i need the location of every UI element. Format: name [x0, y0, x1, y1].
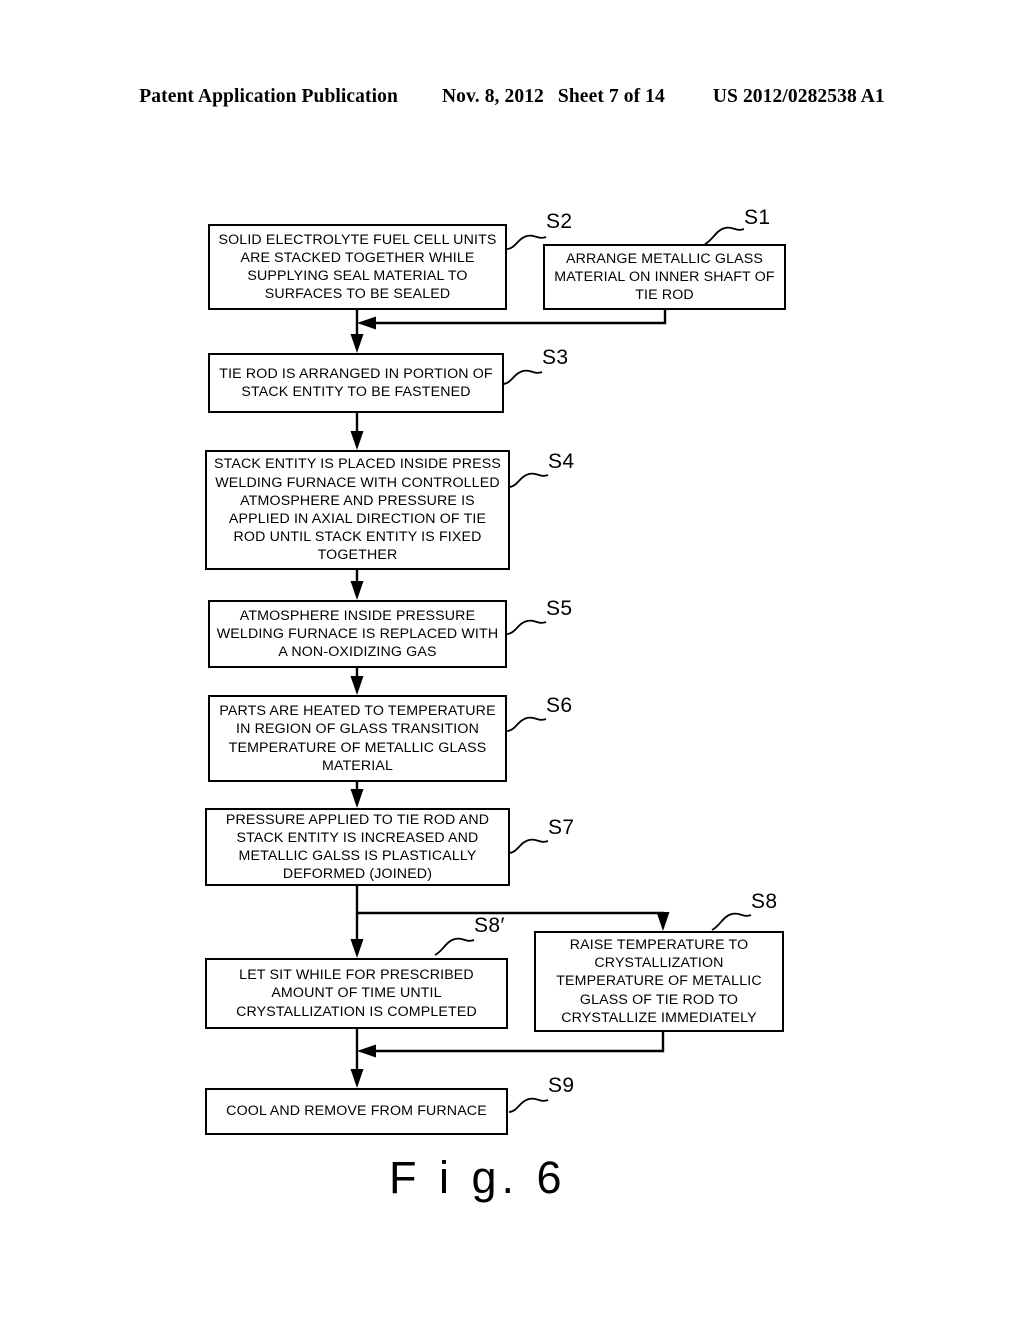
header-publication-title: Patent Application Publication: [139, 86, 398, 107]
flow-step-label-s6: S6: [546, 694, 573, 717]
flow-step-s6-text: PARTS ARE HEATED TO TEMPERATURE IN REGIO…: [219, 703, 496, 774]
flow-step-label-s8prime: S8′: [474, 914, 505, 937]
flow-step-s2-box[interactable]: SOLID ELECTROLYTE FUEL CELL UNITS ARE ST…: [208, 224, 507, 310]
flow-step-s1-text: ARRANGE METALLIC GLASS MATERIAL ON INNER…: [554, 250, 775, 304]
header-publication-number: US 2012/0282538 A1: [712, 86, 885, 107]
flow-step-s4-box[interactable]: STACK ENTITY IS PLACED INSIDE PRESS WELD…: [205, 450, 510, 570]
flow-step-s6-box[interactable]: PARTS ARE HEATED TO TEMPERATURE IN REGIO…: [208, 695, 507, 782]
patent-figure-page: Patent Application Publication Nov. 8, 2…: [0, 0, 1024, 1320]
flow-step-s2-text: SOLID ELECTROLYTE FUEL CELL UNITS ARE ST…: [218, 231, 497, 303]
flow-step-s9-text: COOL AND REMOVE FROM FURNACE: [226, 1103, 487, 1120]
flow-step-s5-box[interactable]: ATMOSPHERE INSIDE PRESSURE WELDING FURNA…: [208, 600, 507, 668]
header-date: Nov. 8, 2012: [441, 86, 544, 107]
flow-step-s8-box[interactable]: RAISE TEMPERATURE TO CRYSTALLIZATION TEM…: [534, 931, 784, 1032]
flow-step-label-s7: S7: [548, 816, 575, 839]
flow-step-s4-text: STACK ENTITY IS PLACED INSIDE PRESS WELD…: [214, 456, 501, 564]
page-header: Patent Application Publication Nov. 8, 2…: [0, 86, 1024, 112]
flow-step-label-s8: S8: [751, 890, 778, 913]
flow-step-s3-box[interactable]: TIE ROD IS ARRANGED IN PORTION OF STACK …: [208, 353, 504, 413]
flow-step-label-s2: S2: [546, 210, 573, 233]
flow-step-s8-text: RAISE TEMPERATURE TO CRYSTALLIZATION TEM…: [556, 937, 762, 1026]
flow-step-s7-box[interactable]: PRESSURE APPLIED TO TIE ROD AND STACK EN…: [205, 808, 510, 886]
flow-step-s5-text: ATMOSPHERE INSIDE PRESSURE WELDING FURNA…: [216, 607, 499, 661]
header-sheet-number: Sheet 7 of 14: [557, 86, 665, 107]
flowchart-connectors: [350, 226, 752, 1113]
flow-step-s1-box[interactable]: ARRANGE METALLIC GLASS MATERIAL ON INNER…: [543, 244, 786, 310]
flow-step-label-s4: S4: [548, 450, 575, 473]
flow-step-label-s1: S1: [744, 206, 771, 229]
flow-step-s7-text: PRESSURE APPLIED TO TIE ROD AND STACK EN…: [225, 811, 490, 883]
flow-step-s3-text: TIE ROD IS ARRANGED IN PORTION OF STACK …: [219, 365, 493, 400]
flow-step-label-s9: S9: [548, 1074, 575, 1097]
flow-step-s8prime-text: LET SIT WHILE FOR PRESCRIBED AMOUNT OF T…: [236, 967, 477, 1020]
flow-step-s8prime-box[interactable]: LET SIT WHILE FOR PRESCRIBED AMOUNT OF T…: [205, 958, 508, 1029]
figure-caption: F i g. 6: [389, 1152, 567, 1203]
flow-step-label-s5: S5: [546, 597, 573, 620]
flow-step-s9-box[interactable]: COOL AND REMOVE FROM FURNACE: [205, 1088, 508, 1135]
flow-step-label-s3: S3: [542, 346, 569, 369]
